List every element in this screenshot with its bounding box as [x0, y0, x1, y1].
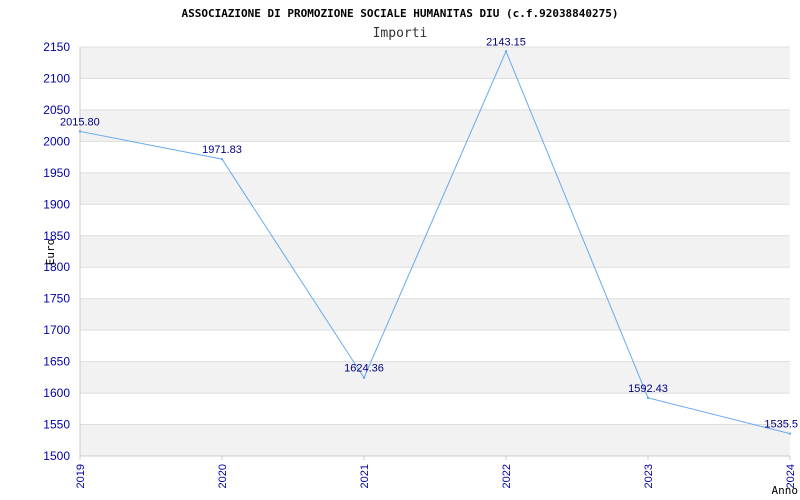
x-axis-label: Anno: [772, 484, 799, 497]
y-tick-label: 1700: [43, 323, 70, 337]
x-tick-label: 2019: [75, 464, 87, 488]
data-label: 1535.5: [764, 419, 798, 431]
chart: 1500 1550 1600 1650 1700 1750 1800 1850 1900 1950…: [0, 0, 800, 500]
grid-band: [80, 298, 790, 331]
grid-bands: [80, 47, 790, 456]
x-tick-label: 2022: [501, 464, 513, 488]
y-tick-label: 1750: [43, 292, 70, 306]
y-tick-label: 1650: [43, 355, 70, 369]
y-tick-label: 2050: [43, 103, 70, 117]
y-tick-label: 1500: [43, 449, 70, 463]
chart-title: ASSOCIAZIONE DI PROMOZIONE SOCIALE HUMAN…: [181, 7, 618, 20]
y-tick-label: 1950: [43, 166, 70, 180]
grid-band: [80, 47, 790, 79]
grid-band: [80, 109, 790, 142]
data-label: 1971.83: [202, 144, 242, 156]
x-tick-label: 2021: [359, 464, 371, 488]
y-tick-label: 2100: [43, 71, 70, 85]
y-tick-label: 1900: [43, 197, 70, 211]
data-point: [504, 50, 508, 53]
chart-subtitle: Importi: [373, 26, 428, 41]
x-ticks: 2019 2020 2021 2022 2023 2024: [75, 456, 797, 488]
grid-band: [80, 172, 790, 205]
x-tick-label: 2020: [217, 464, 229, 488]
data-label: 2143.15: [486, 36, 526, 48]
data-label: 2015.80: [60, 116, 100, 128]
data-point: [788, 432, 792, 435]
y-tick-label: 1600: [43, 386, 70, 400]
data-label: 1624.36: [344, 363, 384, 375]
data-point: [78, 130, 82, 133]
y-tick-label: 1550: [43, 418, 70, 432]
data-label: 1592.43: [628, 383, 668, 395]
y-tick-label: 2150: [43, 40, 70, 54]
y-tick-label: 2000: [43, 134, 70, 148]
x-tick-label: 2023: [643, 464, 655, 488]
grid-band: [80, 361, 790, 394]
data-point: [220, 157, 224, 161]
data-point: [646, 396, 650, 400]
grid-band: [80, 424, 790, 456]
grid-band: [80, 235, 790, 268]
data-point: [362, 376, 366, 379]
line-chart: 1500155016001650170017501800185019001950…: [43, 7, 799, 497]
y-axis-label: Euro: [44, 239, 57, 266]
